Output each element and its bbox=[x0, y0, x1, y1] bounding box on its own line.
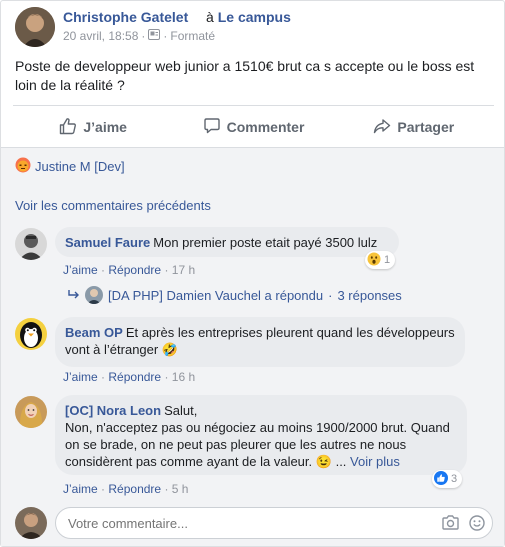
previous-comments-link[interactable]: Voir les commentaires précédents bbox=[15, 198, 211, 213]
divider bbox=[13, 105, 494, 106]
comment-like-link[interactable]: J’aime bbox=[63, 263, 98, 277]
post-actions: J’aime Commenter Partager bbox=[13, 109, 494, 145]
comment-button[interactable]: Commenter bbox=[173, 109, 333, 145]
author-name[interactable]: Christophe Gatelet bbox=[63, 9, 188, 25]
comment-author[interactable]: [OC] Nora Leon bbox=[65, 403, 161, 418]
comment-bubble: [OC] Nora Leon Salut, Non, n'acceptez pas… bbox=[55, 395, 467, 475]
comment-actions: J’aime · Répondre · 5 h bbox=[63, 482, 189, 496]
comment-text-line1: Salut, bbox=[164, 403, 198, 418]
comment-reactions[interactable]: 1 bbox=[365, 251, 396, 269]
reply-count: 3 réponses bbox=[337, 287, 402, 303]
comment-reply-link[interactable]: Répondre bbox=[108, 263, 161, 277]
comment-ellipsis: ... bbox=[335, 454, 347, 469]
like-button[interactable]: J’aime bbox=[13, 109, 173, 145]
replier-avatar bbox=[85, 286, 103, 304]
comment-like-link[interactable]: J’aime bbox=[63, 482, 98, 496]
reply-thread-link[interactable]: [DA PHP] Damien Vauchel a répondu · 3 ré… bbox=[68, 286, 402, 304]
format-icon bbox=[148, 29, 161, 43]
post-date[interactable]: 20 avril, 18:58 bbox=[63, 29, 138, 43]
composer-icons bbox=[442, 515, 485, 536]
wow-emoji-icon bbox=[367, 252, 381, 269]
current-user-avatar bbox=[15, 507, 47, 539]
comment-reply-link[interactable]: Répondre bbox=[108, 370, 161, 384]
comment-time[interactable]: 17 h bbox=[172, 263, 195, 277]
comment-like-link[interactable]: J’aime bbox=[63, 370, 98, 384]
commenter-avatar[interactable] bbox=[15, 228, 47, 260]
reactors-summary[interactable]: Justine M [Dev] bbox=[15, 157, 125, 176]
comment-author[interactable]: Beam OP bbox=[65, 325, 123, 340]
reply-thread-dot: · bbox=[328, 287, 333, 303]
comment-reactions[interactable]: 3 bbox=[432, 470, 463, 488]
comment-time[interactable]: 16 h bbox=[172, 370, 195, 384]
post-card: Christophe Gatelet à Le campus 20 avril,… bbox=[0, 0, 505, 547]
post-text: Poste de developpeur web junior a 1510€ … bbox=[15, 58, 475, 93]
comment-bubble-icon bbox=[203, 117, 221, 138]
rofl-emoji: 🤣 bbox=[161, 342, 179, 357]
comment-author[interactable]: Samuel Faure bbox=[65, 235, 150, 250]
comment-composer bbox=[15, 506, 495, 540]
emoji-smiley-icon[interactable] bbox=[469, 515, 485, 536]
comment-actions: J’aime · Répondre · 16 h bbox=[63, 370, 196, 384]
meta-dot: · bbox=[141, 29, 146, 43]
share-button[interactable]: Partager bbox=[334, 109, 494, 145]
reactor-name: Justine M [Dev] bbox=[35, 159, 125, 174]
comment-input[interactable] bbox=[55, 507, 493, 539]
like-label: J’aime bbox=[83, 119, 127, 135]
comment-text: Et après les entreprises pleurent quand … bbox=[65, 325, 455, 357]
comment-time[interactable]: 5 h bbox=[172, 482, 189, 496]
camera-icon[interactable] bbox=[442, 515, 459, 536]
author-avatar[interactable] bbox=[15, 7, 55, 47]
comment-bubble: Beam OP Et après les entreprises pleurent… bbox=[55, 317, 465, 367]
wink-emoji: 😉 bbox=[315, 454, 332, 469]
share-arrow-icon bbox=[373, 117, 391, 138]
commenter-avatar[interactable] bbox=[15, 318, 47, 350]
comment-label: Commenter bbox=[226, 119, 305, 135]
meta-dot: · bbox=[163, 29, 168, 43]
comment-actions: J’aime · Répondre · 17 h bbox=[63, 263, 196, 277]
reaction-count: 3 bbox=[451, 473, 458, 485]
author-separator: à bbox=[206, 9, 214, 25]
comment-reply-link[interactable]: Répondre bbox=[108, 482, 161, 496]
angry-emoji-icon bbox=[15, 157, 31, 176]
commenter-avatar[interactable] bbox=[15, 396, 47, 428]
post-meta: 20 avril, 18:58 · · Formaté bbox=[63, 29, 215, 43]
author-line: Christophe Gatelet à Le campus bbox=[63, 9, 291, 25]
share-label: Partager bbox=[397, 119, 455, 135]
reaction-count: 1 bbox=[384, 254, 391, 266]
thumbs-up-icon bbox=[59, 117, 77, 138]
post-header: Christophe Gatelet à Le campus 20 avril,… bbox=[15, 7, 495, 47]
like-icon bbox=[434, 470, 448, 488]
comment-text: Mon premier poste etait payé 3500 lulz bbox=[153, 235, 378, 250]
reply-arrow-icon bbox=[68, 288, 80, 303]
reply-thread-text: [DA PHP] Damien Vauchel a répondu bbox=[108, 287, 324, 303]
format-label: Formaté bbox=[170, 29, 216, 43]
see-more-link[interactable]: Voir plus bbox=[350, 454, 400, 469]
group-name[interactable]: Le campus bbox=[218, 9, 291, 25]
comment-bubble: Samuel Faure Mon premier poste etait payé… bbox=[55, 227, 399, 257]
